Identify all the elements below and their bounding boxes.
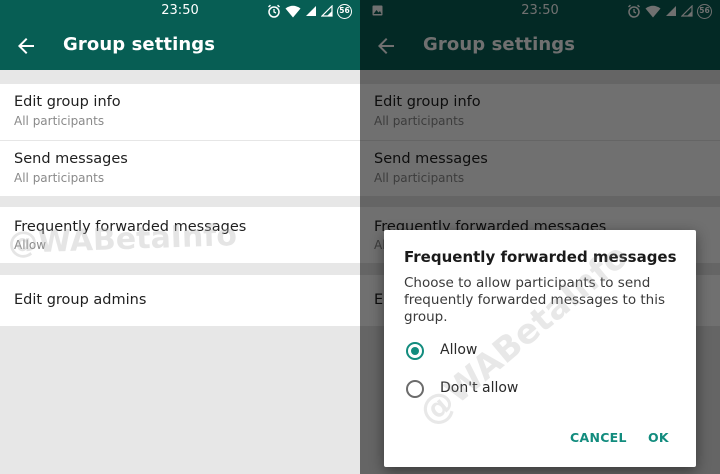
setting-title: Send messages <box>14 151 128 167</box>
ok-button[interactable]: OK <box>648 430 669 445</box>
setting-subtitle: All participants <box>14 171 105 185</box>
back-arrow-icon[interactable] <box>14 34 38 58</box>
screen-group-settings: 23:50 56 Group settings Edit group info … <box>0 0 360 474</box>
signal-icon <box>306 6 316 16</box>
status-bar: 23:50 56 <box>0 0 360 22</box>
screen-group-settings-dialog: 23:50 56 Group settings Edit group info … <box>360 0 720 474</box>
cancel-button[interactable]: CANCEL <box>570 430 627 445</box>
setting-title: Edit group info <box>14 94 121 110</box>
settings-section-permissions: Edit group info All participants Send me… <box>0 84 360 196</box>
setting-edit-group-info[interactable]: Edit group info All participants <box>0 84 360 140</box>
setting-subtitle: All participants <box>14 114 105 128</box>
battery-icon: 56 <box>337 3 352 19</box>
page-title: Group settings <box>63 34 216 55</box>
setting-send-messages[interactable]: Send messages All participants <box>0 141 360 196</box>
status-icons: 56 <box>267 3 352 19</box>
forwarded-messages-dialog: Frequently forwarded messages Choose to … <box>384 230 696 467</box>
setting-title: Edit group admins <box>14 292 147 308</box>
settings-section-admins: Edit group admins <box>0 275 360 326</box>
signal-icon <box>321 5 333 17</box>
dialog-title: Frequently forwarded messages <box>404 248 677 266</box>
toolbar: Group settings <box>0 22 360 70</box>
radio-selected-icon[interactable] <box>406 342 424 360</box>
setting-edit-group-admins[interactable]: Edit group admins <box>0 275 360 326</box>
wifi-icon <box>285 5 301 17</box>
alarm-icon <box>268 4 280 18</box>
